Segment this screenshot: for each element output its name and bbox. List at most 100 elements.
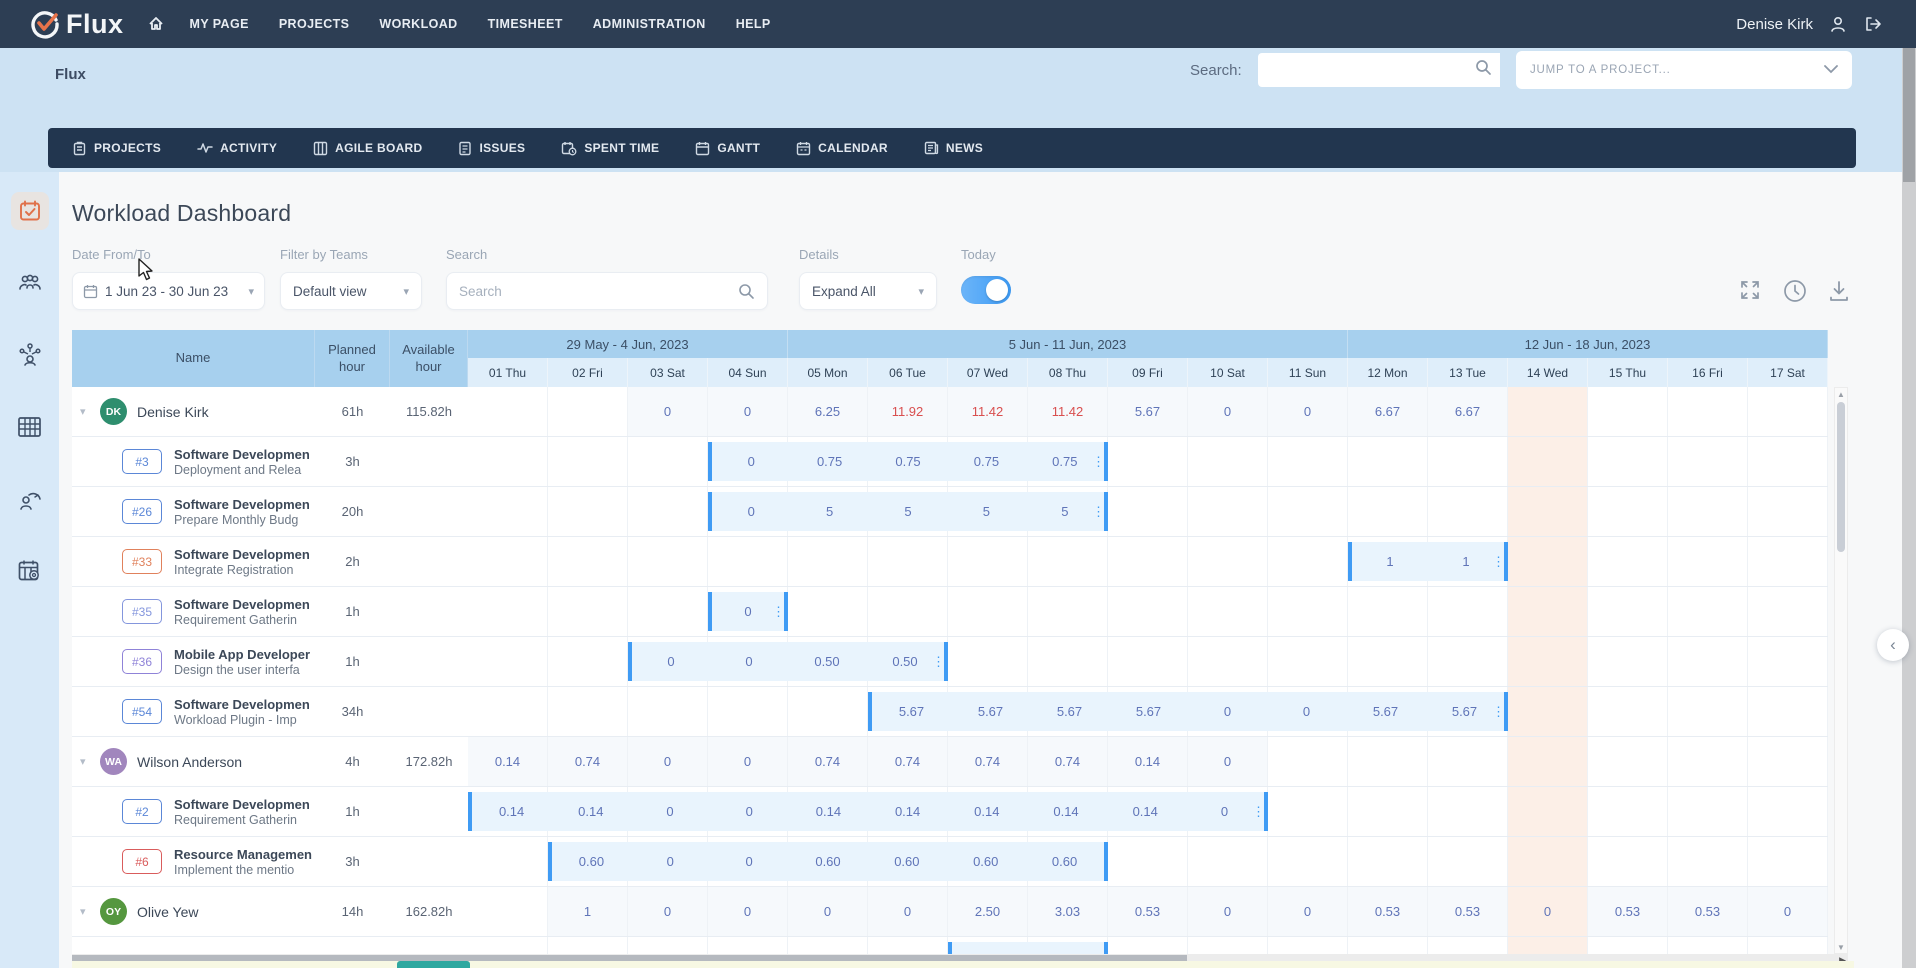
workload-cell[interactable] [1588, 587, 1668, 636]
nav-item-timesheet[interactable]: TIMESHEET [488, 17, 563, 31]
bar-drag-handle-icon[interactable]: ⋮ [932, 657, 945, 667]
scroll-up-arrow[interactable]: ▲ [1835, 388, 1847, 400]
nav-item-workload[interactable]: WORKLOAD [379, 17, 457, 31]
workload-cell[interactable] [1588, 437, 1668, 486]
workload-cell[interactable] [1508, 937, 1588, 954]
tab-agile-board[interactable]: AGILE BOARD [313, 141, 422, 156]
workload-cell[interactable] [1348, 487, 1428, 536]
workload-cell[interactable] [1108, 437, 1188, 486]
workload-cell[interactable] [628, 687, 708, 736]
person-name[interactable]: Denise Kirk [137, 404, 209, 420]
workload-cell[interactable] [1668, 587, 1748, 636]
workload-cell[interactable] [1748, 787, 1828, 836]
workload-cell[interactable] [1508, 537, 1588, 586]
workload-cell[interactable] [1348, 937, 1428, 954]
table-grid-icon[interactable] [11, 408, 49, 446]
page-scrollbar[interactable]: ▲ [1902, 0, 1916, 968]
today-toggle[interactable] [961, 276, 1011, 304]
workload-cell[interactable] [708, 937, 788, 954]
global-search-input[interactable] [1258, 53, 1475, 87]
workload-cell[interactable] [468, 837, 548, 886]
workload-cell[interactable] [1588, 937, 1668, 954]
workload-cell[interactable] [948, 637, 1028, 686]
workload-cell[interactable] [1268, 937, 1348, 954]
workload-cell[interactable] [1108, 637, 1188, 686]
task-id-badge[interactable]: #35 [122, 599, 162, 624]
workload-cell[interactable] [1668, 437, 1748, 486]
logout-icon[interactable] [1863, 15, 1882, 33]
teams-icon[interactable] [11, 264, 49, 302]
workload-cell[interactable] [1348, 787, 1428, 836]
bar-drag-handle-icon[interactable]: ⋮ [772, 607, 785, 617]
workload-cell[interactable] [1108, 937, 1188, 954]
workload-cell[interactable] [788, 687, 868, 736]
workload-search-input[interactable] [459, 284, 738, 299]
tab-news[interactable]: NEWS [924, 141, 983, 155]
tab-issues[interactable]: ISSUES [458, 141, 525, 156]
workload-cell[interactable] [628, 487, 708, 536]
task-id-badge[interactable]: #3 [122, 449, 162, 474]
user-icon[interactable] [1829, 15, 1847, 33]
workload-cell[interactable] [1428, 937, 1508, 954]
task-id-badge[interactable]: #26 [122, 499, 162, 524]
workload-cell[interactable] [1508, 787, 1588, 836]
workload-cell[interactable] [1188, 487, 1268, 536]
workload-cell[interactable] [468, 687, 548, 736]
task-id-badge[interactable]: #36 [122, 649, 162, 674]
workload-cell[interactable] [1188, 537, 1268, 586]
task-id-badge[interactable]: #54 [122, 699, 162, 724]
allocation-bar[interactable]: 05555⋮ [708, 492, 1108, 531]
workload-cell[interactable] [1268, 637, 1348, 686]
tab-activity[interactable]: ACTIVITY [197, 141, 277, 155]
workload-cell[interactable] [548, 687, 628, 736]
workload-cell[interactable] [1428, 787, 1508, 836]
nav-item-my-page[interactable]: MY PAGE [190, 17, 249, 31]
tab-calendar[interactable]: CALENDAR [796, 141, 888, 156]
workload-cell[interactable] [1268, 587, 1348, 636]
workload-cell[interactable] [1028, 587, 1108, 636]
workload-cell[interactable] [1588, 487, 1668, 536]
workload-cell[interactable] [1188, 437, 1268, 486]
allocation-bar[interactable]: 0.60000.600.600.600.60 [548, 842, 1108, 881]
workload-cell[interactable] [1748, 487, 1828, 536]
workload-cell[interactable] [1428, 487, 1508, 536]
allocation-bar[interactable]: 11⋮ [1348, 542, 1508, 581]
workload-cell[interactable] [628, 437, 708, 486]
nav-item-administration[interactable]: ADMINISTRATION [593, 17, 706, 31]
tab-spent-time[interactable]: SPENT TIME [561, 141, 659, 156]
workload-cell[interactable] [1748, 537, 1828, 586]
nav-item-projects[interactable]: PROJECTS [279, 17, 350, 31]
workload-cell[interactable] [1748, 937, 1828, 954]
workload-cell[interactable] [868, 587, 948, 636]
allocation-bar[interactable]: 000.500.50⋮ [628, 642, 948, 681]
workload-cell[interactable] [788, 587, 868, 636]
workload-cell[interactable] [1748, 437, 1828, 486]
workload-cell[interactable] [1508, 487, 1588, 536]
workload-cell[interactable] [1188, 637, 1268, 686]
workload-cell[interactable] [708, 687, 788, 736]
workload-cell[interactable] [1268, 787, 1348, 836]
workload-cell[interactable] [1428, 637, 1508, 686]
workload-cell[interactable] [788, 537, 868, 586]
workload-cell[interactable] [1348, 587, 1428, 636]
bar-drag-handle-icon[interactable]: ⋮ [1092, 507, 1105, 517]
task-id-badge[interactable]: #33 [122, 549, 162, 574]
workload-cell[interactable] [548, 587, 628, 636]
workload-cell[interactable] [948, 587, 1028, 636]
workload-cell[interactable] [1428, 837, 1508, 886]
workload-cell[interactable] [1108, 837, 1188, 886]
bar-drag-handle-icon[interactable]: ⋮ [1492, 557, 1505, 567]
workload-cell[interactable] [468, 937, 548, 954]
workload-cell[interactable] [1508, 687, 1588, 736]
workload-cell[interactable] [1348, 837, 1428, 886]
workload-cell[interactable] [468, 487, 548, 536]
workload-cell[interactable] [1668, 537, 1748, 586]
workload-cell[interactable] [628, 537, 708, 586]
workload-cell[interactable] [1188, 587, 1268, 636]
workload-cell[interactable] [948, 537, 1028, 586]
workload-cell[interactable] [1428, 437, 1508, 486]
workload-cell[interactable] [548, 637, 628, 686]
workload-cell[interactable] [1748, 837, 1828, 886]
workload-cell[interactable] [1588, 687, 1668, 736]
workload-cell[interactable] [1668, 837, 1748, 886]
